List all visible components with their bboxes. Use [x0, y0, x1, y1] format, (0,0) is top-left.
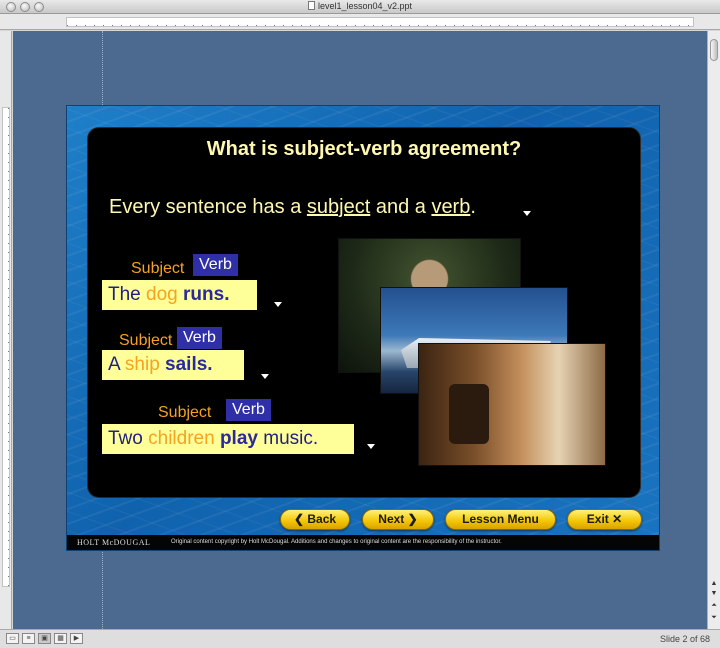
scroll-down-icon[interactable]: ▼	[709, 589, 719, 598]
document-icon	[307, 1, 315, 10]
window-titlebar: level1_lesson04_v2.ppt	[0, 0, 720, 14]
slideshow-view-icon[interactable]: ▶	[70, 633, 83, 644]
slide-view-icon[interactable]: ▣	[38, 633, 51, 644]
next-slide-icon[interactable]: ⏷	[709, 613, 719, 622]
subject-label: Subject	[158, 404, 212, 421]
verb-label: Verb	[193, 254, 238, 276]
copyright-notice: Original content copyright by Holt McDou…	[171, 539, 502, 545]
normal-view-icon[interactable]: ▭	[6, 633, 19, 644]
animation-trigger-icon[interactable]	[367, 444, 375, 449]
subject-label: Subject	[131, 260, 185, 277]
example-sentence-1: The dog runs.	[102, 280, 257, 310]
slide-canvas[interactable]: What is subject-verb agreement? Every se…	[66, 105, 660, 551]
children-music-photo[interactable]	[418, 343, 606, 466]
scroll-thumb[interactable]	[710, 39, 718, 61]
slide-title: What is subject-verb agreement?	[206, 138, 522, 160]
verb-label: Verb	[177, 327, 222, 349]
verb-word: verb	[431, 196, 471, 218]
chevron-left-icon: ❮	[293, 512, 305, 526]
vertical-ruler[interactable]	[0, 31, 12, 629]
holt-mcdougal-logo: HOLT McDOUGAL	[77, 538, 151, 547]
window-title: level1_lesson04_v2.ppt	[0, 1, 720, 11]
example-sentence-2: A ship sails.	[102, 350, 244, 380]
close-icon: ✕	[612, 512, 623, 526]
back-button[interactable]: ❮ Back	[280, 509, 350, 530]
animation-trigger-icon[interactable]	[261, 374, 269, 379]
previous-slide-icon[interactable]: ⏶	[709, 601, 719, 610]
chevron-right-icon: ❯	[407, 512, 418, 526]
vertical-scrollbar[interactable]: ▲ ▼ ⏶ ⏷	[707, 31, 720, 629]
slide-sorter-icon[interactable]: ▦	[54, 633, 67, 644]
subject-label: Subject	[119, 332, 173, 349]
intro-sentence: Every sentence has a subject and a verb.	[109, 196, 476, 218]
outline-view-icon[interactable]: ≡	[22, 633, 35, 644]
exit-button[interactable]: Exit ✕	[567, 509, 642, 530]
status-bar: ▭ ≡ ▣ ▦ ▶ Slide 2 of 68	[0, 629, 720, 648]
verb-label: Verb	[226, 399, 271, 421]
scroll-up-icon[interactable]: ▲	[709, 579, 719, 588]
horizontal-ruler[interactable]	[0, 14, 720, 30]
next-button[interactable]: Next ❯	[362, 509, 434, 530]
example-sentence-3: Two children play music.	[102, 424, 354, 454]
animation-trigger-icon[interactable]	[274, 302, 282, 307]
animation-trigger-icon[interactable]	[523, 211, 531, 216]
lesson-menu-button[interactable]: Lesson Menu	[445, 509, 556, 530]
slide-counter: Slide 2 of 68	[659, 634, 710, 644]
subject-word: subject	[306, 196, 371, 218]
slide-footer: HOLT McDOUGAL Original content copyright…	[67, 535, 659, 550]
